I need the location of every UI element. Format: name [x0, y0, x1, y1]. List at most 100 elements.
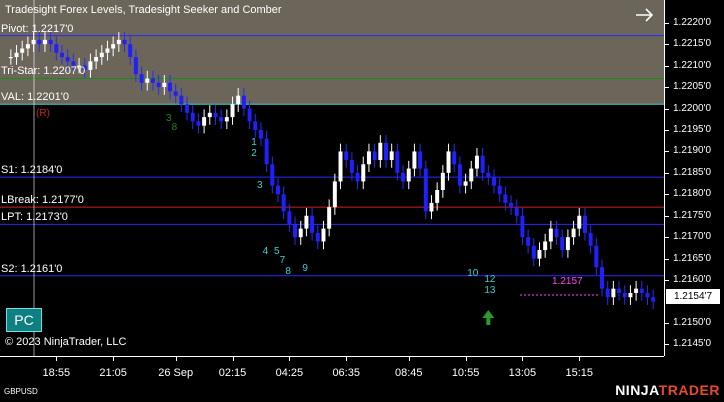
level-label-5: LPT: 1.2173'0: [1, 211, 68, 224]
candle-body-91: [526, 237, 531, 246]
candle-body-20: [122, 39, 127, 45]
level-label-0: Pivot: 1.2217'0: [1, 22, 74, 35]
candle-body-100: [577, 215, 582, 229]
candle-body-112: [645, 292, 650, 298]
candle-body-22: [133, 57, 138, 75]
candle-body-98: [565, 237, 570, 251]
arrow-right-icon[interactable]: [634, 6, 656, 24]
candle-body-64: [372, 151, 377, 160]
candle-body-9: [60, 52, 64, 58]
chart-window: Tradesight Forex Levels, Tradesight Seek…: [0, 0, 724, 402]
candle-body-113: [651, 297, 656, 302]
candle-body-28: [168, 82, 172, 92]
candle-body-34: [202, 117, 207, 126]
count-marker: 13: [484, 284, 496, 296]
candle-body-26: [156, 82, 161, 88]
candle-body-29: [173, 91, 178, 96]
candle-body-106: [611, 288, 616, 298]
candle-body-65: [378, 142, 383, 160]
count-marker: 2: [251, 147, 257, 159]
candle-body-75: [435, 190, 440, 203]
candle-body-51: [298, 228, 303, 238]
y-tick-label: 1.2165'0: [673, 252, 712, 264]
candle-body-63: [366, 151, 371, 165]
candle-body-88: [509, 202, 514, 208]
candle-body-45: [264, 138, 269, 165]
y-tick-label: 1.2145'0: [673, 338, 712, 350]
candle-body-57: [332, 181, 337, 208]
marker-r: (R): [36, 108, 50, 119]
candle-body-67: [389, 151, 394, 160]
candle-body-35: [207, 112, 212, 118]
candle-body-25: [150, 78, 155, 83]
candle-body-3: [25, 44, 30, 49]
y-tick-label: 1.2170'0: [673, 231, 712, 243]
candle-body-90: [520, 215, 525, 238]
candle-body-72: [418, 151, 423, 169]
candle-body-5: [37, 39, 42, 45]
candle-body-60: [349, 159, 354, 173]
y-tick-label: 1.2185'0: [673, 166, 712, 178]
x-axis-line: [0, 356, 664, 357]
candle-body-58: [338, 151, 343, 182]
candle-body-14: [88, 61, 93, 70]
count-marker: 1: [251, 136, 257, 148]
y-tick-label: 1.2210'0: [673, 59, 712, 71]
candle-body-70: [406, 168, 411, 182]
candle-body-83: [480, 155, 485, 173]
candle-body-103: [594, 245, 599, 268]
candle-body-6: [42, 39, 47, 45]
y-tick-label: 1.2160'0: [673, 274, 712, 286]
candle-body-37: [219, 117, 224, 122]
price-axis[interactable]: 1.2220'0 1.2215'0 1.2210'0 1.2205'0 1.2200'0…: [664, 0, 724, 380]
candle-body-15: [94, 57, 99, 62]
y-tick-label: 1.2150'0: [673, 316, 712, 328]
candle-body-56: [327, 207, 332, 229]
level-label-4: LBreak: 1.2177'0: [1, 194, 84, 207]
candle-body-107: [617, 288, 622, 293]
candle-body-30: [179, 95, 184, 105]
candle-body-39: [230, 104, 235, 118]
x-tick-label: 13:05: [508, 367, 537, 379]
candle-body-0: [8, 57, 13, 59]
level-label-2: VAL: 1.2201'0: [1, 91, 69, 104]
candle-body-40: [236, 95, 241, 105]
candle-body-68: [395, 151, 400, 173]
x-tick-label: 08:45: [394, 367, 423, 379]
y-tick-label: 1.2175'0: [673, 209, 712, 221]
candle-body-19: [116, 39, 121, 45]
candle-body-4: [31, 39, 36, 45]
x-tick-label: 10:55: [451, 367, 480, 379]
y-tick-label: 1.2195'0: [673, 123, 712, 135]
candle-body-27: [162, 82, 167, 88]
candle-body-102: [588, 232, 593, 246]
candle-body-7: [48, 39, 53, 45]
x-tick-label: 18:55: [42, 367, 71, 379]
price-chart-area[interactable]: [0, 0, 664, 356]
candle-body-59: [344, 151, 349, 160]
copyright-text: © 2023 NinjaTrader, LLC: [5, 336, 127, 348]
level-label-6: S2: 1.2161'0: [1, 262, 63, 275]
candle-body-93: [537, 250, 542, 259]
candle-body-108: [622, 292, 627, 298]
candle-body-71: [412, 151, 417, 169]
x-tick-label: 15:15: [565, 367, 594, 379]
candle-body-52: [304, 215, 309, 229]
candle-body-48: [281, 194, 286, 212]
x-tick-label: 06:35: [332, 367, 360, 379]
candle-body-66: [384, 142, 388, 160]
candle-body-36: [213, 112, 218, 118]
candle-body-96: [554, 228, 559, 238]
candle-body-78: [452, 151, 457, 165]
candle-body-79: [457, 164, 462, 186]
candle-body-44: [258, 129, 263, 139]
pc-button[interactable]: PC: [6, 308, 42, 332]
count-marker: 8: [171, 121, 178, 133]
candle-body-77: [446, 151, 451, 173]
candle-body-84: [486, 172, 491, 178]
candle-body-86: [497, 185, 502, 195]
candle-body-85: [492, 177, 496, 186]
candle-body-54: [315, 232, 320, 242]
count-marker: 4: [262, 246, 269, 258]
candle-body-73: [423, 168, 428, 212]
